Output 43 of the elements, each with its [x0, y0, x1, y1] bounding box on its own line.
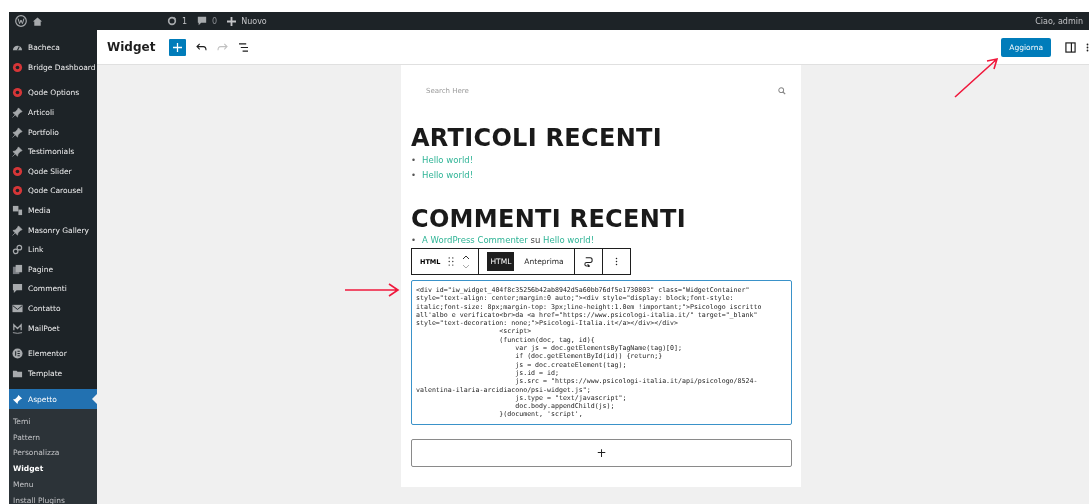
ring-icon: [12, 87, 23, 99]
media-icon: [12, 205, 23, 217]
move-up-down-icon[interactable]: [462, 254, 471, 269]
annotation-arrow: [344, 282, 400, 298]
ring-icon: [12, 61, 23, 73]
sidebar-toggle-icon[interactable]: [1065, 41, 1076, 53]
annotation-arrow: [953, 57, 999, 99]
transform-icon[interactable]: [582, 256, 594, 267]
envelope-icon: [12, 303, 23, 314]
section-heading: ARTICOLI RECENTI: [411, 123, 663, 153]
comment-icon: [12, 283, 23, 295]
pin-icon: [12, 224, 23, 236]
more-options-icon[interactable]: [614, 256, 618, 267]
comment-icon[interactable]: [197, 16, 208, 26]
add-block-button[interactable]: +: [411, 438, 792, 467]
more-options-icon[interactable]: [1086, 41, 1089, 53]
greeting-link[interactable]: Ciao, admin: [1035, 16, 1083, 26]
letter-m-icon: [12, 322, 23, 334]
search-icon[interactable]: [778, 87, 786, 95]
plus-icon: [173, 42, 183, 52]
pages-icon: [12, 263, 23, 275]
link-icon: [12, 244, 23, 256]
pin-icon: [12, 126, 23, 138]
section-heading: COMMENTI RECENTI: [411, 204, 687, 234]
update-count[interactable]: 1: [182, 16, 188, 26]
drag-handle-icon[interactable]: [448, 257, 455, 266]
add-block-button[interactable]: [169, 38, 187, 56]
bullet: •: [411, 155, 416, 165]
plus-icon[interactable]: [227, 16, 237, 26]
undo-icon[interactable]: [196, 42, 208, 52]
bullet: •: [411, 170, 416, 180]
joiner-text: su: [530, 235, 541, 245]
ring-icon: [12, 185, 23, 197]
pin-icon: [12, 107, 23, 119]
ring-icon: [12, 165, 23, 177]
list-view-icon[interactable]: [238, 42, 250, 52]
e-badge-icon: [12, 348, 23, 360]
new-link[interactable]: Nuovo: [241, 16, 267, 26]
bullet: •: [411, 235, 416, 245]
page-title: Widget: [107, 40, 156, 54]
home-icon[interactable]: [32, 15, 43, 27]
comment-count[interactable]: 0: [212, 16, 218, 26]
pin-icon: [12, 146, 23, 158]
